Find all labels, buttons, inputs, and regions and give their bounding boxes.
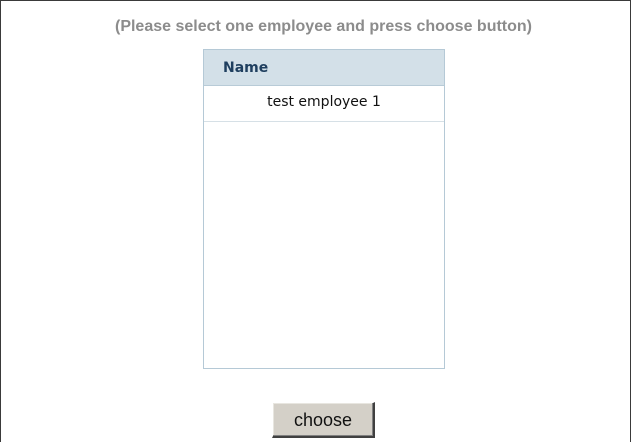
grid-header: Name: [204, 50, 444, 86]
column-header-name[interactable]: Name: [223, 60, 268, 76]
employee-grid: Name test employee 1: [203, 49, 445, 369]
employee-name-cell[interactable]: test employee 1: [204, 94, 444, 110]
dialog-frame: (Please select one employee and press ch…: [0, 0, 631, 442]
table-row[interactable]: test employee 1: [204, 86, 444, 122]
choose-button[interactable]: choose: [272, 402, 375, 438]
instruction-text: (Please select one employee and press ch…: [114, 18, 532, 35]
